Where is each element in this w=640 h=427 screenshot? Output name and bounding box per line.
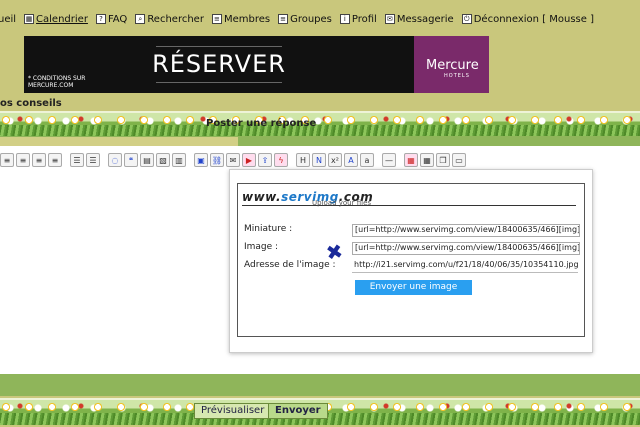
paste-icon[interactable]: ▭ (452, 153, 466, 167)
nav-item-label: Rechercher (147, 13, 204, 25)
quote-icon[interactable]: ❝ (124, 153, 138, 167)
align-center-icon[interactable]: ≡ (16, 153, 30, 167)
mail-icon: ✉ (384, 14, 395, 24)
decor-bar (0, 137, 238, 146)
search-icon: ⌕ (135, 14, 146, 24)
divider (242, 205, 576, 206)
image-label: Image : (244, 242, 279, 252)
nav-messages[interactable]: ✉ Messagerie (384, 13, 454, 25)
youtube-icon[interactable]: ▶ (242, 153, 256, 167)
faq-icon: ? (95, 14, 106, 24)
nav-item-label: Profil (351, 13, 377, 25)
nav-item-label: Déconnexion [ Mousse ] (473, 13, 594, 25)
copy-icon[interactable]: ❐ (436, 153, 450, 167)
link-icon[interactable]: ⛓ (210, 153, 224, 167)
preview-button[interactable]: Prévisualiser (194, 403, 272, 419)
image-address-field[interactable]: http://i21.servimg.com/u/f21/18/40/06/35… (352, 260, 578, 273)
decor-grass-top (0, 111, 640, 137)
justify-icon[interactable]: ≡ (48, 153, 62, 167)
comment-icon[interactable]: ◌ (108, 153, 122, 167)
servimg-tagline: Upload your files (312, 199, 372, 207)
hr-icon[interactable]: — (382, 153, 396, 167)
profile-icon: i (339, 14, 350, 24)
decor-bar (0, 374, 640, 396)
table-icon[interactable]: ▦ (420, 153, 434, 167)
editor-toolbar: ≡ ≡ ≡ ≡ ☰ ☰ ◌ ❝ ▤ ▧ ▥ ▣ ⛓ ✉ ▶ ⇪ ϟ H N x²… (0, 152, 468, 168)
nav-logout[interactable]: ⏻ Déconnexion [ Mousse ] (461, 13, 594, 25)
upload-panel: www.servimg.com Upload your files Miniat… (237, 183, 585, 337)
divider (156, 82, 282, 83)
nav-groups[interactable]: ≡ Groupes (278, 14, 332, 25)
decor-flowers (0, 115, 640, 125)
nav-profile[interactable]: i Profil (339, 13, 377, 25)
upload-icon[interactable]: ⇪ (258, 153, 272, 167)
sup-icon[interactable]: x² (328, 153, 342, 167)
align-right-icon[interactable]: ≡ (32, 153, 46, 167)
h-icon[interactable]: H (296, 153, 310, 167)
hide-icon[interactable]: ▥ (172, 153, 186, 167)
image-icon[interactable]: ▣ (194, 153, 208, 167)
groups-icon: ≡ (278, 14, 289, 24)
top-nav: ueil ▦ Calendrier ? FAQ ⌕ Rechercher ≡ M… (0, 12, 602, 26)
nav-item-label: Calendrier (36, 13, 88, 25)
section-title: os conseils (0, 98, 62, 109)
nav-home[interactable]: ueil (0, 14, 16, 25)
send-image-button[interactable]: Envoyer une image (355, 280, 472, 295)
ad-left: RÉSERVER * CONDITIONS SUR MERCURE.COM (24, 36, 414, 93)
list-number-icon[interactable]: ☰ (86, 153, 100, 167)
thumbnail-code-field[interactable]: [url=http://www.servimg.com/view/1840063… (352, 224, 580, 237)
nav-item-label: Groupes (290, 13, 332, 25)
date-icon[interactable]: ▦ (404, 153, 418, 167)
members-icon: ≡ (211, 14, 222, 24)
ad-brand-panel: Mercure HOTELS (414, 36, 489, 93)
thumbnail-label: Miniature : (244, 224, 293, 234)
sub-icon[interactable]: a (360, 153, 374, 167)
code-icon[interactable]: ▤ (140, 153, 154, 167)
divider (156, 46, 282, 47)
list-bullet-icon[interactable]: ☰ (70, 153, 84, 167)
nav-members[interactable]: ≡ Membres (211, 13, 271, 25)
image-address-label: Adresse de l'image : (244, 260, 336, 270)
ad-banner[interactable]: RÉSERVER * CONDITIONS SUR MERCURE.COM Me… (24, 36, 489, 93)
flash-icon[interactable]: ϟ (274, 153, 288, 167)
ad-brand-sub: HOTELS (444, 73, 470, 79)
email-icon[interactable]: ✉ (226, 153, 240, 167)
upload-popup: www.servimg.com Upload your files Miniat… (229, 169, 593, 353)
ad-cta: RÉSERVER (152, 50, 286, 78)
nav-item-label: ueil (0, 13, 17, 25)
image-code-field[interactable]: [url=http://www.servimg.com/view/1840063… (352, 242, 580, 255)
nav-calendar[interactable]: ▦ Calendrier (24, 14, 88, 25)
font-icon[interactable]: A (344, 153, 358, 167)
nav-item-label: FAQ (107, 13, 128, 25)
spoiler-icon[interactable]: ▧ (156, 153, 170, 167)
strike-icon[interactable]: N (312, 153, 326, 167)
logout-icon: ⏻ (461, 14, 472, 24)
logo-prefix: www. (242, 190, 282, 204)
calendar-icon: ▦ (24, 14, 35, 24)
post-title: Poster une réponse (206, 118, 317, 129)
ad-brand: Mercure (426, 58, 479, 73)
nav-item-label: Messagerie (396, 13, 454, 25)
align-left-icon[interactable]: ≡ (0, 153, 14, 167)
ad-conditions: * CONDITIONS SUR MERCURE.COM (28, 75, 86, 89)
nav-faq[interactable]: ? FAQ (95, 13, 128, 25)
send-button[interactable]: Envoyer (268, 403, 328, 419)
nav-search[interactable]: ⌕ Rechercher (135, 14, 204, 25)
nav-item-label: Membres (223, 13, 271, 25)
